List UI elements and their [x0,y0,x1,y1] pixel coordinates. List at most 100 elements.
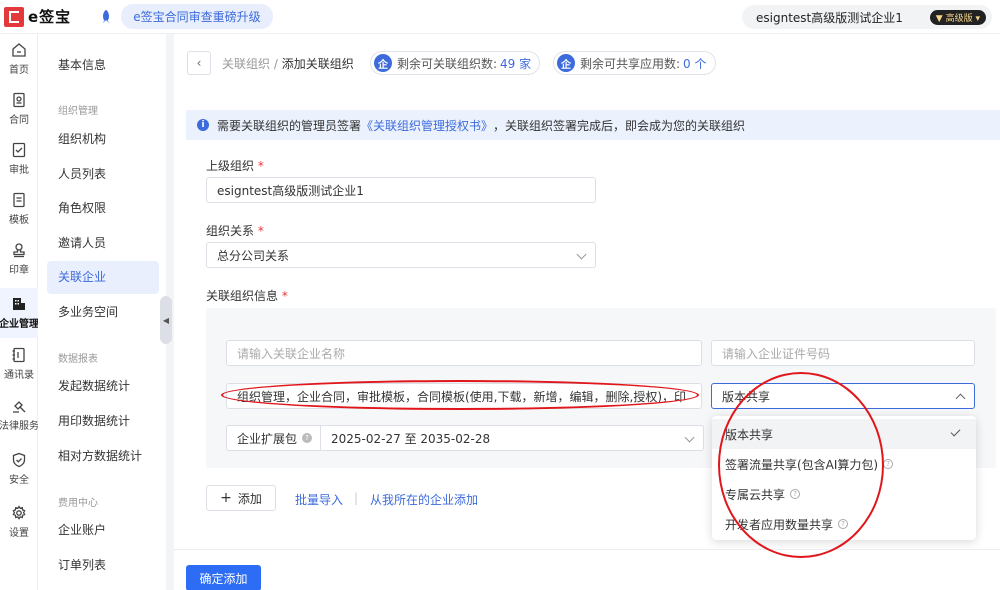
chevron-left-icon: ◀ [162,315,170,325]
menu-item-seal-stats[interactable]: 用印数据统计 [47,405,159,438]
remaining-orgs-chip: 企 剩余可关联组织数: 49 家 [370,51,541,75]
rail-item-seal[interactable]: 印章 [0,234,38,284]
enterprise-icon [13,298,25,310]
option-label: 专属云共享 [725,487,786,502]
menu-item-basic-info[interactable]: 基本信息 [47,49,159,82]
help-icon[interactable]: ? [302,433,313,443]
rail-label: 安全 [9,475,29,486]
relation-select[interactable]: 总分公司关系 [206,242,596,268]
plan-badge: ▼ 高级版 ▾ [929,10,986,25]
parent-org-field[interactable]: esigntest高级版测试企业1 [206,177,596,203]
legal-icon [13,401,26,413]
menu-item-order-list[interactable]: 订单列表 [47,549,159,582]
add-from-my-enterprises-link[interactable]: 从我所在的企业添加 [370,491,478,508]
rail-label: 模板 [9,215,29,226]
chevron-down-icon [576,249,587,260]
option-label: 签署流量共享(包含AI算力包) [725,457,879,472]
rail-label: 企业管理 [0,319,39,330]
relation-value: 总分公司关系 [217,248,290,263]
link-separator: | [354,491,359,505]
home-icon [12,43,26,57]
share-option-signing-traffic[interactable]: 签署流量共享(包含AI算力包) ? [712,449,976,479]
chevron-up-icon [955,393,966,404]
share-option-version[interactable]: 版本共享 [712,419,976,449]
seal-icon [13,243,25,258]
breadcrumb: 关联组织 / 添加关联组织 [222,55,354,72]
contract-icon [13,92,25,108]
menu-item-role-permissions[interactable]: 角色权限 [47,192,159,225]
contacts-icon [12,347,25,363]
logo[interactable]: e签宝 [4,6,71,27]
info-notice: i 需要关联组织的管理员签署 《关联组织管理授权书》 ，关联组织签署完成后，即会… [186,110,1000,140]
rail-item-home[interactable]: 首页 [0,34,38,84]
menu-item-org-structure[interactable]: 组织机构 [47,123,159,156]
company-name: esigntest高级版测试企业1 [756,10,903,25]
rail-item-security[interactable]: 安全 [0,444,38,494]
gear-icon [12,505,26,520]
option-label: 版本共享 [725,427,774,442]
check-icon [950,426,961,437]
option-label: 开发者应用数量共享 [725,517,834,532]
enterprise-name-input[interactable]: 请输入关联企业名称 [226,340,702,366]
chevron-down-icon [684,432,695,443]
menu-group-fee: 费用中心 [58,498,98,509]
extension-package-label: 企业扩展包 [237,431,298,446]
rail-item-template[interactable]: 模板 [0,184,38,234]
rail-label: 通讯录 [4,370,34,381]
breadcrumb-parent[interactable]: 关联组织 [222,57,270,71]
confirm-add-button[interactable]: 确定添加 [186,565,261,590]
add-button[interactable]: + 添加 [206,485,276,511]
rail-item-enterprise[interactable]: 企业管理 [0,288,39,338]
company-selector[interactable]: esigntest高级版测试企业1 ▼ 高级版 ▾ [742,5,992,29]
share-type-select[interactable]: 版本共享 [711,383,975,409]
rail-label: 设置 [9,528,29,539]
help-icon[interactable]: ? [838,519,849,529]
rail-item-legal[interactable]: 法律服务 [0,390,39,440]
enterprise-badge-icon: 企 [374,54,392,72]
rail-item-contacts[interactable]: 通讯录 [0,339,38,389]
share-option-developer-apps[interactable]: 开发者应用数量共享 ? [712,509,976,539]
menu-item-invite-staff[interactable]: 邀请人员 [47,227,159,260]
chip-label: 剩余可关联组织数: [397,56,498,71]
menu-item-linked-enterprises[interactable]: 关联企业 [47,261,159,294]
menu-group-report: 数据报表 [58,354,98,365]
rail-label: 首页 [9,65,29,76]
batch-import-link[interactable]: 批量导入 [295,491,343,508]
main-content: ‹ 关联组织 / 添加关联组织 企 剩余可关联组织数: 49 家 企 剩余可共享… [174,34,1000,590]
authorization-letter-link[interactable]: 《关联组织管理授权书》 [361,117,493,134]
share-option-private-cloud[interactable]: 专属云共享 ? [712,479,976,509]
menu-item-staff-list[interactable]: 人员列表 [47,158,159,191]
breadcrumb-separator: / [270,57,282,71]
enterprise-badge-icon: 企 [557,54,575,72]
back-button[interactable]: ‹ [187,51,211,75]
rail-label: 印章 [9,265,29,276]
menu-group-org: 组织管理 [58,106,98,117]
menu-item-enterprise-account[interactable]: 企业账户 [47,514,159,547]
icon-rail: 首页 合同 审批 模板 印章 企业管理 通讯录 法律服务 安全 设置 [0,34,39,590]
rail-label: 审批 [9,165,29,176]
permissions-select[interactable]: 组织管理，企业合同，审批模板，合同模板(使用,下载，新增，编辑，删除,授权)，印 [226,383,702,409]
rail-item-approval[interactable]: 审批 [0,134,38,184]
rail-item-settings[interactable]: 设置 [0,497,38,547]
menu-item-counterparty-stats[interactable]: 相对方数据统计 [47,440,159,473]
promo-banner[interactable]: e签宝合同审查重磅升级 [121,4,273,29]
info-icon: i [197,119,209,131]
logo-text: e签宝 [28,8,72,26]
chip-value: 49 家 [500,56,532,71]
enterprise-id-input[interactable]: 请输入企业证件号码 [711,340,975,366]
logo-mark [4,6,24,27]
relation-label: 组织关系 * [206,224,264,238]
help-icon[interactable]: ? [790,489,801,499]
rail-item-contract[interactable]: 合同 [0,84,38,134]
menu-item-initiate-stats[interactable]: 发起数据统计 [47,370,159,403]
remaining-apps-chip: 企 剩余可共享应用数: 0 个 [553,51,716,75]
extension-package-select[interactable]: 企业扩展包 ? 2025-02-27 至 2035-02-28 [226,425,704,451]
menu-item-multi-workspace[interactable]: 多业务空间 [47,296,159,329]
help-icon[interactable]: ? [883,459,894,469]
collapse-menu-handle[interactable]: ◀ [160,296,172,344]
chip-value: 0 个 [683,56,707,71]
linked-info-label: 关联组织信息 * [206,289,288,303]
notice-prefix: 需要关联组织的管理员签署 [217,118,362,133]
breadcrumb-current: 添加关联组织 [281,57,354,71]
chevron-left-icon: ‹ [196,56,202,70]
